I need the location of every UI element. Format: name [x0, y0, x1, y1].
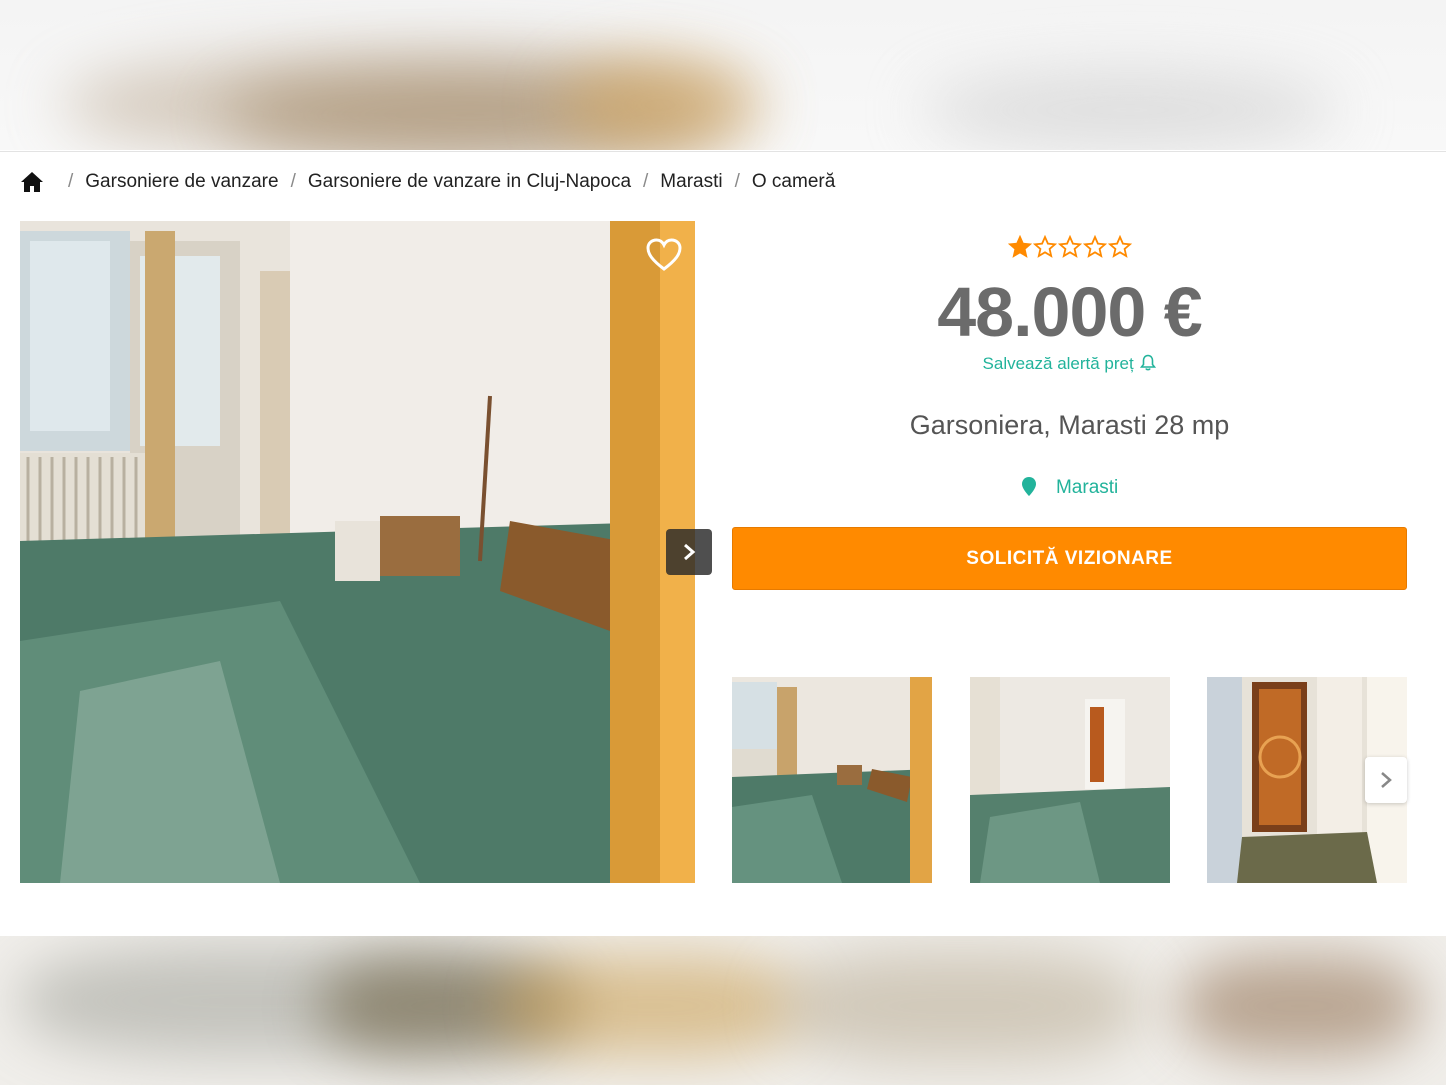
chevron-right-icon [684, 543, 696, 561]
main-photo-next-button[interactable] [666, 529, 712, 575]
breadcrumb-item-marasti[interactable]: Marasti [660, 171, 722, 193]
thumbnail-2[interactable] [970, 677, 1170, 883]
listing-location[interactable]: Marasti [732, 476, 1407, 499]
home-icon[interactable] [20, 171, 44, 193]
heart-icon[interactable] [646, 238, 682, 272]
breadcrumb: / Garsoniere de vanzare / Garsoniere de … [20, 168, 835, 196]
top-banner-blurred [0, 0, 1446, 150]
listing-title: Garsoniera, Marasti 28 mp [909, 410, 1230, 440]
breadcrumb-separator: / [290, 171, 296, 192]
breadcrumb-separator: / [734, 171, 740, 192]
thumbnails-next-button[interactable] [1365, 757, 1407, 803]
breadcrumb-item-cluj[interactable]: Garsoniere de vanzare in Cluj-Napoca [308, 171, 631, 193]
price-alert-label: Salvează alertă preț [982, 354, 1134, 373]
main-listing-photo[interactable] [20, 221, 695, 883]
header-divider [0, 151, 1446, 152]
thumbnail-1[interactable] [732, 677, 932, 883]
map-pin-icon [1021, 477, 1036, 496]
star-empty-icon [1108, 235, 1132, 258]
listing-price: 48.000 € [937, 273, 1202, 351]
star-empty-icon [1058, 235, 1082, 258]
price-alert-link[interactable]: Salvează alertă preț [732, 354, 1407, 374]
rating-stars [1008, 235, 1132, 259]
star-empty-icon [1033, 235, 1057, 258]
breadcrumb-item-o-camera[interactable]: O cameră [752, 171, 835, 193]
star-filled-icon [1008, 235, 1032, 258]
chevron-right-icon [1381, 772, 1392, 788]
location-label: Marasti [1055, 477, 1119, 498]
breadcrumb-separator: / [643, 171, 649, 192]
breadcrumb-separator: / [68, 171, 74, 192]
request-viewing-button[interactable]: SOLICITĂ VIZIONARE [732, 527, 1407, 590]
star-empty-icon [1083, 235, 1107, 258]
breadcrumb-item-garsoniere[interactable]: Garsoniere de vanzare [85, 171, 278, 193]
bottom-banner-blurred [0, 936, 1446, 1085]
bell-icon [1140, 354, 1157, 371]
